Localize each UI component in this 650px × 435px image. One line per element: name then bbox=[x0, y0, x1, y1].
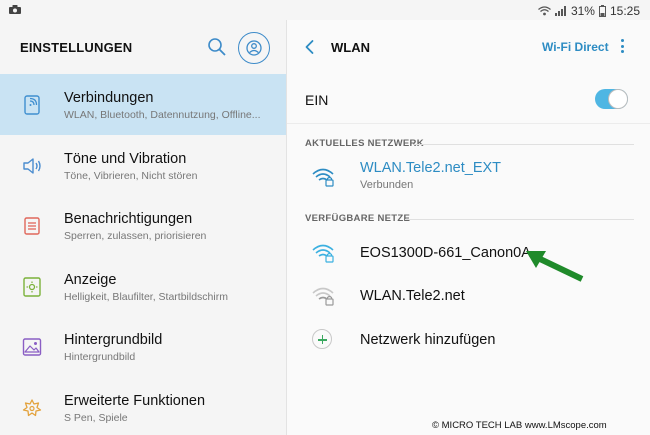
menu-item-title: Töne und Vibration bbox=[64, 150, 187, 167]
add-network-label: Netzwerk hinzufügen bbox=[360, 332, 496, 348]
wifi-weak-locked-icon bbox=[312, 287, 334, 306]
menu-item-advanced-features[interactable]: Erweiterte Funktionen S Pen, Spiele bbox=[0, 377, 286, 435]
notifications-icon bbox=[24, 217, 40, 235]
menu-item-subtitle: Sperren, zulassen, priorisieren bbox=[64, 230, 207, 242]
menu-item-notifications[interactable]: Benachrichtigungen Sperren, zulassen, pr… bbox=[0, 195, 286, 256]
connections-icon bbox=[24, 95, 40, 115]
annotation-arrow-icon bbox=[526, 251, 584, 282]
wlan-toggle-switch[interactable] bbox=[595, 89, 628, 109]
wifi-locked-icon bbox=[312, 168, 334, 187]
section-divider bbox=[414, 144, 634, 145]
settings-header: EINSTELLUNGEN bbox=[0, 20, 286, 74]
menu-item-title: Anzeige bbox=[64, 271, 117, 288]
menu-item-wallpaper[interactable]: Hintergrundbild Hintergrundbild bbox=[0, 316, 286, 377]
wifi-status-icon bbox=[538, 6, 551, 16]
settings-menu: Verbindungen WLAN, Bluetooth, Datennutzu… bbox=[0, 74, 286, 435]
clock: 15:25 bbox=[609, 4, 640, 18]
network-name: EOS1300D-661_Canon0A bbox=[360, 245, 531, 261]
menu-item-subtitle: Hintergrundbild bbox=[64, 351, 136, 363]
wifi-direct-button[interactable]: Wi-Fi Direct bbox=[542, 40, 609, 54]
more-options-icon[interactable] bbox=[617, 39, 627, 57]
status-indicators: 31% 15:25 bbox=[538, 4, 640, 18]
wlan-panel: WLAN Wi-Fi Direct EIN AKTUELLES NETZWERK… bbox=[287, 20, 650, 435]
divider bbox=[287, 123, 650, 124]
search-icon[interactable] bbox=[207, 37, 227, 57]
section-divider bbox=[405, 219, 634, 220]
menu-item-subtitle: Helligkeit, Blaufilter, Startbildschirm bbox=[64, 290, 228, 303]
status-bar: 31% 15:25 bbox=[0, 0, 650, 20]
add-network-row[interactable]: Netzwerk hinzufügen bbox=[287, 320, 650, 360]
current-network-section-label: AKTUELLES NETZWERK bbox=[305, 138, 424, 149]
menu-item-connections[interactable]: Verbindungen WLAN, Bluetooth, Datennutzu… bbox=[0, 74, 286, 135]
current-network-status: Verbunden bbox=[360, 179, 414, 191]
battery-icon bbox=[598, 5, 606, 17]
current-network-row[interactable]: WLAN.Tele2.net_EXT Verbunden bbox=[287, 157, 650, 197]
menu-item-title: Verbindungen bbox=[64, 90, 154, 106]
menu-item-title: Benachrichtigungen bbox=[64, 211, 193, 227]
camera-icon bbox=[9, 5, 21, 14]
battery-percent: 31% bbox=[570, 4, 595, 18]
display-icon bbox=[23, 276, 41, 297]
network-name: WLAN.Tele2.net bbox=[360, 288, 465, 304]
sound-icon bbox=[23, 157, 41, 174]
wlan-toggle-row[interactable]: EIN bbox=[287, 75, 650, 123]
wlan-toggle-label: EIN bbox=[305, 92, 329, 108]
back-arrow-icon[interactable] bbox=[301, 38, 319, 56]
wlan-title: WLAN bbox=[331, 40, 370, 55]
wallpaper-icon bbox=[22, 338, 42, 356]
network-row-eos[interactable]: EOS1300D-661_Canon0A bbox=[287, 233, 650, 273]
watermark: © MICRO TECH LAB www.LMscope.com bbox=[432, 420, 607, 431]
advanced-features-icon bbox=[22, 398, 42, 416]
settings-panel: EINSTELLUNGEN Verbindungen WLAN, Bluetoo… bbox=[0, 20, 286, 435]
toggle-knob bbox=[608, 89, 628, 109]
menu-item-subtitle: WLAN, Bluetooth, Datennutzung, Offline..… bbox=[64, 109, 261, 121]
current-network-name: WLAN.Tele2.net_EXT bbox=[360, 160, 502, 176]
menu-item-subtitle: Töne, Vibrieren, Nicht stören bbox=[64, 169, 198, 182]
menu-item-sound[interactable]: Töne und Vibration Töne, Vibrieren, Nich… bbox=[0, 135, 286, 196]
wifi-locked-icon bbox=[312, 244, 334, 263]
menu-item-title: Erweiterte Funktionen bbox=[64, 392, 206, 409]
menu-item-title: Hintergrundbild bbox=[64, 332, 163, 348]
account-button[interactable] bbox=[238, 32, 270, 64]
account-icon bbox=[246, 40, 262, 56]
network-row-tele2[interactable]: WLAN.Tele2.net bbox=[287, 276, 650, 316]
settings-title: EINSTELLUNGEN bbox=[20, 40, 133, 55]
menu-item-subtitle: S Pen, Spiele bbox=[64, 411, 128, 424]
menu-item-display[interactable]: Anzeige Helligkeit, Blaufilter, Startbil… bbox=[0, 256, 286, 317]
add-icon bbox=[312, 329, 332, 349]
available-networks-section-label: VERFÜGBARE NETZE bbox=[305, 213, 411, 224]
signal-icon bbox=[554, 6, 566, 16]
